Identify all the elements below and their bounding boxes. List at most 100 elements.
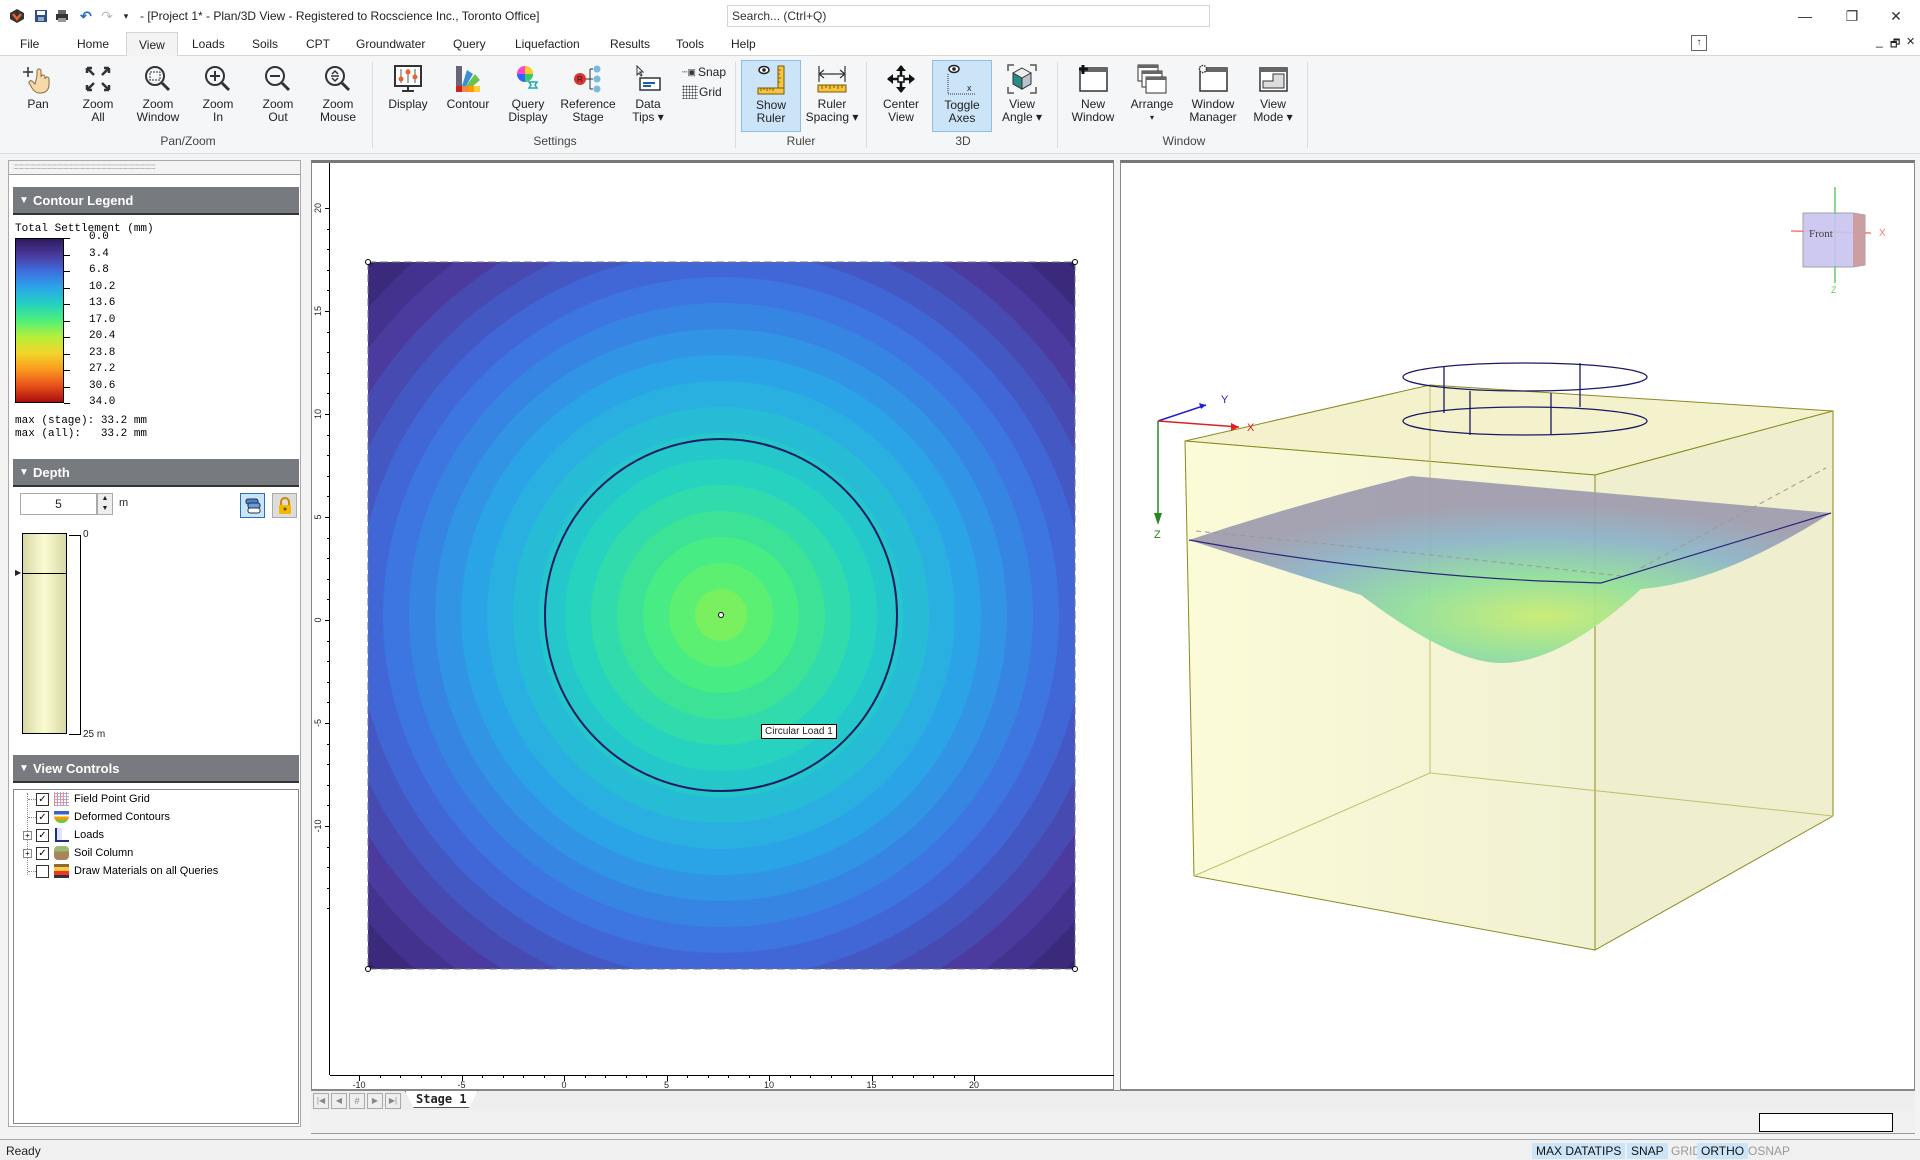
doc-restore-button[interactable]: 🗗 [1890,35,1900,54]
zoom-all-button[interactable]: Zoom All [70,60,126,132]
zoom-out-button[interactable]: Zoom Out [250,60,306,132]
new-window-icon [1065,60,1121,98]
center-view-button[interactable]: Center View [873,60,929,132]
menu-query[interactable]: Query [441,32,498,56]
soil-column-checkbox[interactable]: ✓ [36,847,49,860]
menu-view[interactable]: View [126,32,178,57]
restore-button[interactable]: ❐ [1832,4,1872,28]
lock-button[interactable] [272,493,297,518]
deformed-contours-checkbox[interactable]: ✓ [36,811,49,824]
doc-close-button[interactable]: ✕ [1906,35,1915,48]
view-cube[interactable]: Front X Z [1790,187,1886,295]
field-point-grid-checkbox[interactable]: ✓ [36,793,49,806]
depth-header[interactable]: ▼ Depth [13,459,299,487]
customize-quick-access-icon[interactable]: ▾ [120,6,132,26]
depth-spinner[interactable]: ▲ ▼ [97,493,113,515]
plan-view-viewport[interactable]: 20 15 10 5 0 -5 -10 -10 -5 0 5 10 15 20 Circular Loa… [311,160,1114,1090]
snap-button[interactable]: ┄▣ Snap [682,64,726,80]
prev-stage-button[interactable]: ◀ [331,1093,347,1109]
close-button[interactable]: ✕ [1876,4,1916,28]
expand-plus-icon[interactable]: + [23,849,32,858]
contour-legend-header[interactable]: ▼ Contour Legend [13,187,299,215]
pan-button[interactable]: Pan [10,60,66,132]
show-ruler-label-2: Ruler [756,111,786,125]
next-stage-button[interactable]: ▶ [367,1093,383,1109]
depth-input[interactable]: 5 [20,493,97,515]
window-title: - [Project 1* - Plan/3D View - Registere… [140,9,540,23]
redo-icon[interactable]: ↷ [98,6,116,26]
show-ruler-button[interactable]: Show Ruler [741,60,801,132]
y-ruler-minor-tick [327,393,330,395]
status-toggle-osnap[interactable]: OSNAP [1744,1143,1794,1159]
draw-materials-checkbox[interactable] [36,865,49,878]
view-controls-header[interactable]: ▼ View Controls [13,755,299,783]
depth-marker-icon[interactable]: ▶ [15,569,21,577]
stage-tab-1[interactable]: Stage 1 [405,1091,478,1108]
doc-minimize-button[interactable]: _ [1876,34,1883,48]
status-toggle-ortho[interactable]: ORTHO [1697,1143,1749,1159]
x-ruler-minor-tick [543,1076,545,1078]
status-toggle-snap[interactable]: SNAP [1627,1143,1668,1159]
query-display-button[interactable]: Query Display [500,60,556,132]
zoom-in-button[interactable]: Zoom In [190,60,246,132]
zoom-mouse-button[interactable]: Zoom Mouse [310,60,366,132]
data-tips-label-2: Tips ▾ [632,110,664,124]
zoom-window-button[interactable]: Zoom Window [130,60,186,132]
contour-plot[interactable] [331,163,1115,1073]
data-tips-button[interactable]: Data Tips ▾ [620,60,676,132]
stage-number-button[interactable]: # [349,1093,365,1109]
3d-scene[interactable]: Y X Z Front X Z [1121,163,1914,1088]
menu-cpt[interactable]: CPT [294,32,342,56]
menu-groundwater[interactable]: Groundwater [344,32,437,56]
layers-button[interactable] [240,493,265,518]
window-manager-button[interactable]: Window Manager [1183,60,1243,132]
reference-stage-button[interactable]: R Reference Stage [560,60,616,132]
display-button[interactable]: Display [380,60,436,132]
app-logo-icon[interactable] [8,6,26,26]
menu-liquefaction[interactable]: Liquefaction [503,32,592,56]
save-icon[interactable] [32,6,50,26]
last-stage-button[interactable]: ▶| [385,1093,401,1109]
y-ruler-major-tick [325,826,330,827]
arrange-button[interactable]: Arrange ▾ [1124,60,1180,132]
3d-viewport[interactable]: Y X Z Front X Z [1120,160,1915,1090]
ruler-spacing-button[interactable]: Ruler Spacing ▾ [804,60,860,132]
legend-tick-mark [64,287,70,289]
boundary-vertex[interactable] [365,966,371,972]
menu-tools[interactable]: Tools [664,32,716,56]
collapse-ribbon-icon[interactable]: ↑ [1691,35,1707,51]
y-ruler-minor-tick [327,578,330,580]
data-tips-icon [620,60,676,98]
menu-loads[interactable]: Loads [180,32,237,56]
menu-file[interactable]: File [8,32,51,56]
menu-results[interactable]: Results [598,32,662,56]
depth-scale-bracket [69,535,81,735]
first-stage-button[interactable]: |◀ [313,1093,329,1109]
status-toggle-max-datatips[interactable]: MAX DATATIPS [1532,1143,1626,1159]
boundary-vertex[interactable] [1072,966,1078,972]
circular-load-label[interactable]: Circular Load 1 [761,724,837,739]
undo-icon[interactable]: ↶ [77,6,95,26]
view-mode-button[interactable]: View Mode ▾ [1245,60,1301,132]
view-cube-front-label[interactable]: Front [1809,228,1833,240]
search-input[interactable]: Search... (Ctrl+Q) [727,5,1210,27]
menu-soils[interactable]: Soils [240,32,290,56]
view-angle-button[interactable]: View Angle ▾ [994,60,1050,132]
menu-help[interactable]: Help [719,32,768,56]
loads-checkbox[interactable]: ✓ [36,829,49,842]
panel-drag-handle[interactable]: ::::::::::::::::::::::::::::::::::::::::… [9,161,300,175]
contour-button[interactable]: Contour [440,60,496,132]
new-window-button[interactable]: New Window [1065,60,1121,132]
expand-plus-icon[interactable]: + [23,831,32,840]
legend-tick-mark [64,403,70,404]
boundary-vertex[interactable] [365,259,371,265]
grid-button[interactable]: Grid [682,84,722,100]
toggle-axes-button[interactable]: x Toggle Axes [932,60,992,132]
toggle-axes-label-2: Axes [948,111,976,125]
minimize-button[interactable]: — [1785,4,1825,28]
soil-column-icon [54,846,69,860]
print-icon[interactable] [53,6,71,26]
boundary-vertex[interactable] [1072,259,1078,265]
load-center-point[interactable] [718,612,724,618]
menu-home[interactable]: Home [65,32,121,56]
